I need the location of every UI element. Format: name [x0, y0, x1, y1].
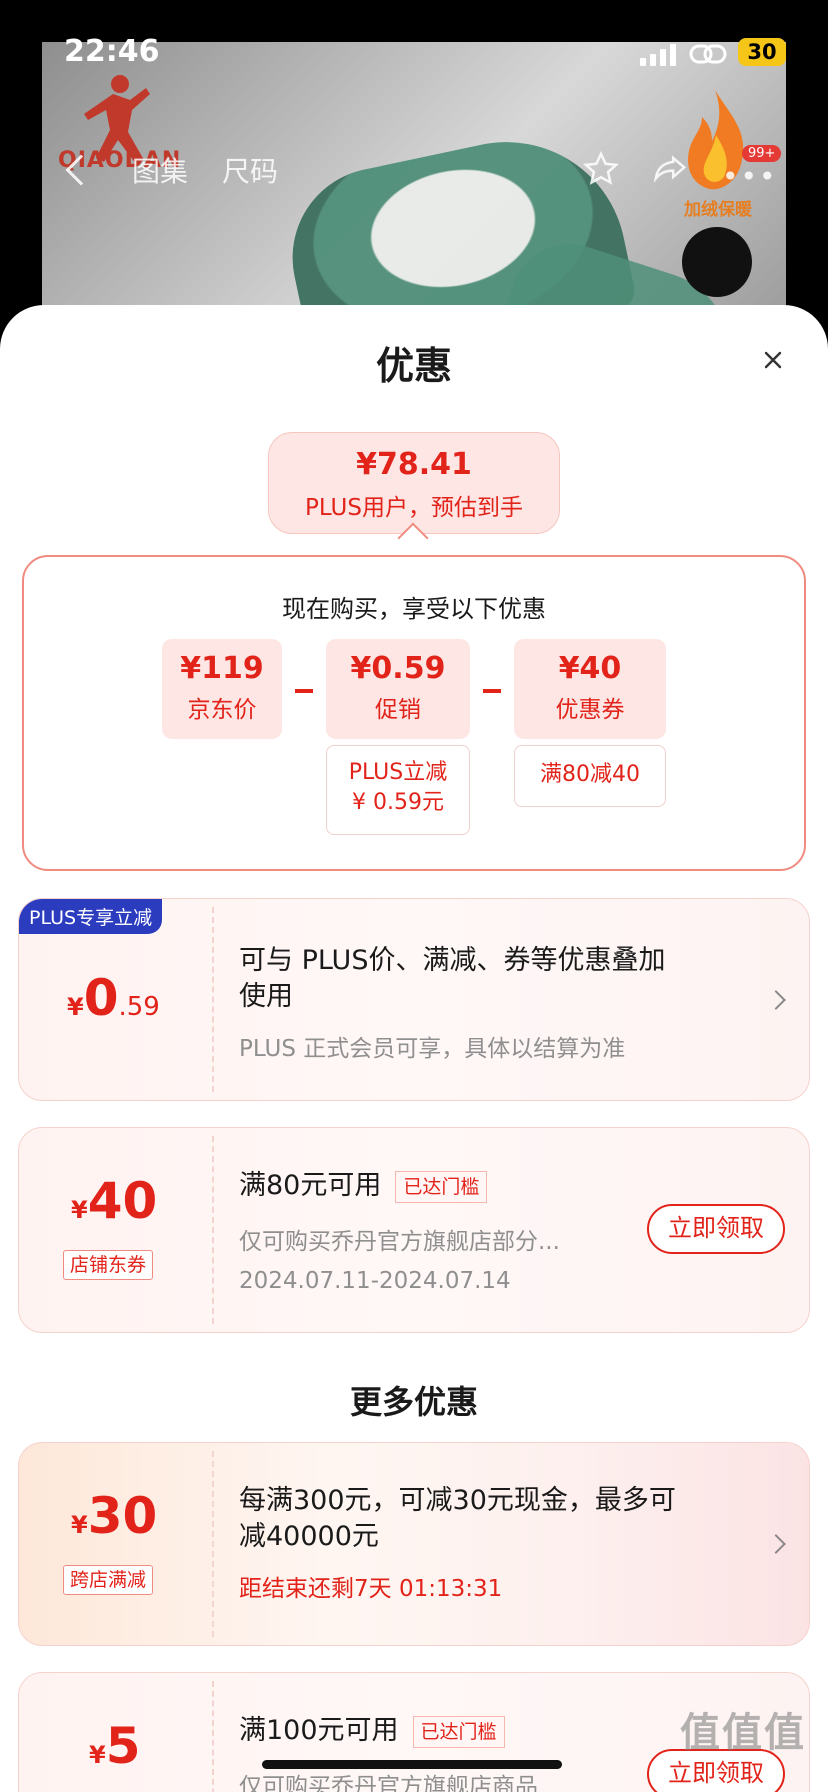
tab-gallery[interactable]: 图集 [132, 150, 188, 190]
breakdown-title: 现在购买，享受以下优惠 [282, 595, 546, 623]
coupon-chip: ¥40 优惠券 [514, 639, 666, 739]
amount-integer: 30 [87, 1487, 158, 1545]
discount-sheet: 优惠 ¥78.41 PLUS用户，预估到手 现在购买，享受以下优惠 ¥119 京… [0, 305, 828, 1792]
battery-icon: 30 [738, 38, 786, 66]
countdown-text: 距结束还剩7天 01:13:31 [239, 1576, 503, 1602]
signal-icon [640, 44, 676, 66]
amount-integer: 0 [83, 969, 119, 1027]
star-icon[interactable] [582, 150, 620, 188]
jd-price-chip: ¥119 京东价 [162, 639, 282, 739]
chip-label: 促销 [375, 697, 421, 723]
discount-type-tag: 跨店满减 [63, 1565, 154, 1595]
chip-value: ¥40 [558, 651, 622, 686]
color-swatch[interactable] [682, 227, 752, 297]
tab-size[interactable]: 尺码 [222, 150, 278, 190]
plus-card-note: PLUS 正式会员可享，具体以结算为准 [239, 1036, 626, 1062]
coupon-title: 满100元可用 [239, 1715, 399, 1746]
promotion-chip: ¥0.59 促销 [326, 639, 470, 739]
cross-store-amount: ¥30 [71, 1487, 157, 1545]
chevron-right-icon[interactable] [766, 1534, 786, 1554]
amount-integer: 5 [105, 1717, 141, 1775]
plus-amount: ¥0.59 [67, 969, 160, 1027]
card-divider [212, 907, 214, 1092]
product-nav: 图集 尺码 [65, 150, 278, 190]
chip-value: ¥119 [180, 651, 264, 686]
plus-discount-card[interactable]: PLUS专享立减 ¥0.59 可与 PLUS价、满减、券等优惠叠加 使用 PLU… [18, 898, 810, 1101]
detail-line: PLUS立减 [348, 760, 448, 785]
estimated-price: ¥78.41 [356, 447, 472, 482]
chip-value: ¥0.59 [350, 651, 446, 686]
status-time: 22:46 [64, 34, 160, 69]
back-icon[interactable] [65, 154, 97, 186]
chip-label: 优惠券 [555, 697, 625, 723]
store-coupon-card: ¥40 店铺东券 满80元可用 已达门槛 仅可购买乔丹官方旗舰店部分... 202… [18, 1127, 810, 1333]
claim-coupon-button[interactable]: 立即领取 [647, 1204, 785, 1254]
amount-integer: 40 [87, 1172, 158, 1230]
coupon-title-row: 满100元可用 已达门槛 [239, 1713, 505, 1749]
coupon-amount: ¥5 [89, 1717, 141, 1775]
plus-card-title: 可与 PLUS价、满减、券等优惠叠加 使用 [239, 943, 665, 1015]
title-line: 可与 PLUS价、满减、券等优惠叠加 [239, 945, 666, 976]
coupon-description: 仅可购买乔丹官方旗舰店商品 [239, 1774, 538, 1792]
promo-badge: 加绒保暖 [684, 200, 752, 220]
detail-line: ¥ 0.59元 [352, 790, 444, 815]
coupon-title-row: 满80元可用 已达门槛 [239, 1168, 488, 1204]
currency-symbol: ¥ [67, 993, 84, 1021]
title-line: 使用 [239, 981, 293, 1012]
sheet-title: 优惠 [375, 344, 452, 388]
currency-symbol: ¥ [71, 1511, 88, 1539]
currency-symbol: ¥ [71, 1196, 88, 1224]
share-icon[interactable] [650, 150, 690, 188]
home-indicator[interactable] [262, 1760, 562, 1769]
currency-symbol: ¥ [89, 1741, 106, 1769]
coupon-type-tag: 店铺东券 [63, 1250, 154, 1280]
link-icon [689, 44, 727, 64]
title-line: 每满300元，可减30元现金，最多可 [239, 1485, 676, 1516]
more-icon[interactable]: ••• [722, 160, 778, 193]
estimated-price-caption: PLUS用户，预估到手 [305, 495, 523, 521]
coupon-detail: 满80减40 [514, 745, 666, 807]
cross-store-title: 每满300元，可减30元现金，最多可 减40000元 [239, 1483, 676, 1555]
coupon-validity: 2024.07.11-2024.07.14 [239, 1268, 511, 1294]
card-divider [212, 1681, 214, 1792]
coupon-amount: ¥40 [71, 1172, 157, 1230]
promotion-detail: PLUS立减 ¥ 0.59元 [326, 745, 470, 835]
threshold-reached-badge: 已达门槛 [395, 1170, 488, 1203]
close-icon[interactable] [758, 345, 788, 375]
chip-label: 京东价 [187, 697, 257, 723]
card-divider [212, 1451, 214, 1637]
estimated-price-bubble: ¥78.41 PLUS用户，预估到手 [268, 432, 560, 534]
card-divider [212, 1136, 214, 1324]
cross-store-discount-card[interactable]: ¥30 跨店满减 每满300元，可减30元现金，最多可 减40000元 距结束还… [18, 1442, 810, 1646]
status-bar: 22:46 30 [0, 30, 828, 76]
chevron-right-icon[interactable] [766, 990, 786, 1010]
coupon-title: 满80元可用 [239, 1170, 382, 1201]
more-discounts-title: 更多优惠 [349, 1383, 478, 1421]
plus-tag: PLUS专享立减 [19, 899, 163, 934]
amount-decimal: .59 [118, 992, 160, 1022]
title-line: 减40000元 [239, 1521, 379, 1552]
minus-sign [295, 689, 313, 693]
watermark: 值值值 [680, 1710, 806, 1756]
coupon-description: 仅可购买乔丹官方旗舰店部分... [239, 1229, 560, 1255]
threshold-reached-badge: 已达门槛 [412, 1715, 505, 1748]
minus-sign [483, 689, 501, 693]
detail-line: 满80减40 [540, 762, 640, 787]
